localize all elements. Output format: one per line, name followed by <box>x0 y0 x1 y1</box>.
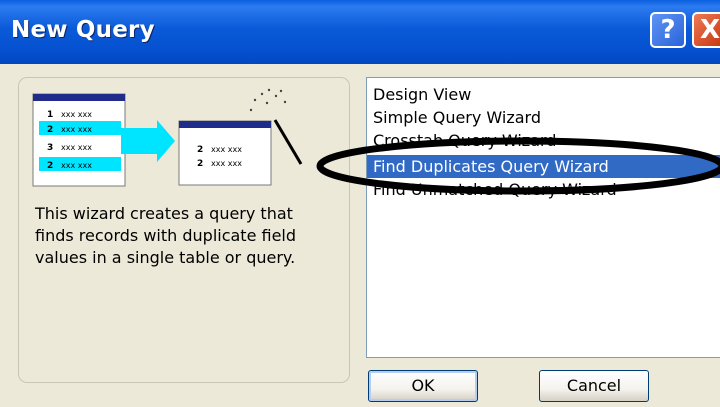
row-value: xxx xxx <box>61 143 92 152</box>
list-item-design-view[interactable]: Design View <box>371 83 471 106</box>
row-number: 3 <box>47 143 53 153</box>
close-button[interactable]: X <box>692 12 720 48</box>
list-item-find-duplicates-query-wizard[interactable]: Find Duplicates Query Wizard <box>367 155 720 178</box>
help-button[interactable]: ? <box>650 12 686 48</box>
help-icon: ? <box>660 15 676 45</box>
result-table-header <box>179 121 271 128</box>
wizard-preview-panel: 1 xxx xxx 2 xxx xxx 3 xxx xxx 2 xxx xxx … <box>18 77 350 383</box>
row-value: xxx xxx <box>61 125 92 134</box>
wizard-description: This wizard creates a query that finds r… <box>35 204 297 267</box>
cancel-button[interactable]: Cancel <box>539 370 649 402</box>
ok-button[interactable]: OK <box>368 370 478 402</box>
row-number: 2 <box>47 161 53 171</box>
source-table-header <box>33 94 125 101</box>
sparkle-icon <box>249 88 287 112</box>
list-item-crosstab-query-wizard[interactable]: Crosstab Query Wizard <box>371 129 556 152</box>
list-item-find-unmatched-query-wizard[interactable]: Find Unmatched Query Wizard <box>371 178 617 201</box>
magic-wand-icon <box>273 119 303 165</box>
row-value: xxx xxx <box>211 145 242 154</box>
duplicates-illustration: 1 xxx xxx 2 xxx xxx 3 xxx xxx 2 xxx xxx … <box>32 88 303 187</box>
new-query-dialog: New Query ? X 1 xxx xxx 2 xxx xxx 3 xxx … <box>0 0 720 407</box>
row-value: xxx xxx <box>61 110 92 119</box>
row-number: 2 <box>47 125 53 135</box>
row-number: 2 <box>197 159 203 169</box>
dialog-title: New Query <box>11 17 155 43</box>
source-table-icon <box>32 93 126 187</box>
title-bar[interactable]: New Query ? X <box>0 0 720 64</box>
list-item-simple-query-wizard[interactable]: Simple Query Wizard <box>371 106 541 129</box>
row-value: xxx xxx <box>211 159 242 168</box>
row-number: 1 <box>47 110 53 120</box>
row-number: 2 <box>197 145 203 155</box>
close-icon: X <box>699 15 720 45</box>
query-type-list[interactable]: Design View Simple Query Wizard Crosstab… <box>366 77 720 358</box>
arrow-icon <box>121 120 175 162</box>
row-value: xxx xxx <box>61 161 92 170</box>
